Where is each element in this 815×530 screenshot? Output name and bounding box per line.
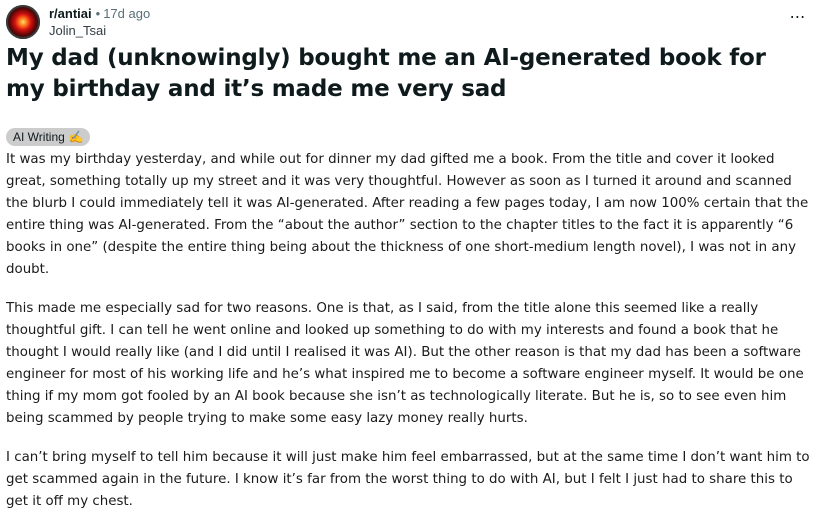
writing-hand-icon: ✍️ bbox=[68, 130, 84, 144]
post-meta: r/antiai • 17d ago bbox=[49, 6, 150, 22]
subreddit-link[interactable]: r/antiai bbox=[49, 6, 92, 21]
author-link[interactable]: Jolin_Tsai bbox=[49, 23, 106, 39]
post-paragraph: This made me especially sad for two reas… bbox=[6, 301, 804, 426]
subreddit-avatar[interactable] bbox=[6, 5, 40, 39]
post-header: r/antiai • 17d ago Jolin_Tsai ⋯ bbox=[6, 5, 806, 39]
meta-separator: • bbox=[95, 6, 101, 21]
post-paragraph: I can’t bring myself to tell him because… bbox=[6, 450, 810, 509]
post-body: It was my birthday yesterday, and while … bbox=[6, 149, 811, 530]
more-options-icon[interactable]: ⋯ bbox=[788, 9, 806, 29]
post-flair[interactable]: AI Writing ✍️ bbox=[6, 128, 90, 146]
flair-label: AI Writing bbox=[13, 130, 65, 144]
post-paragraph: It was my birthday yesterday, and while … bbox=[6, 152, 809, 277]
post-title: My dad (unknowingly) bought me an AI-gen… bbox=[6, 45, 766, 102]
post-time: 17d ago bbox=[103, 6, 151, 21]
